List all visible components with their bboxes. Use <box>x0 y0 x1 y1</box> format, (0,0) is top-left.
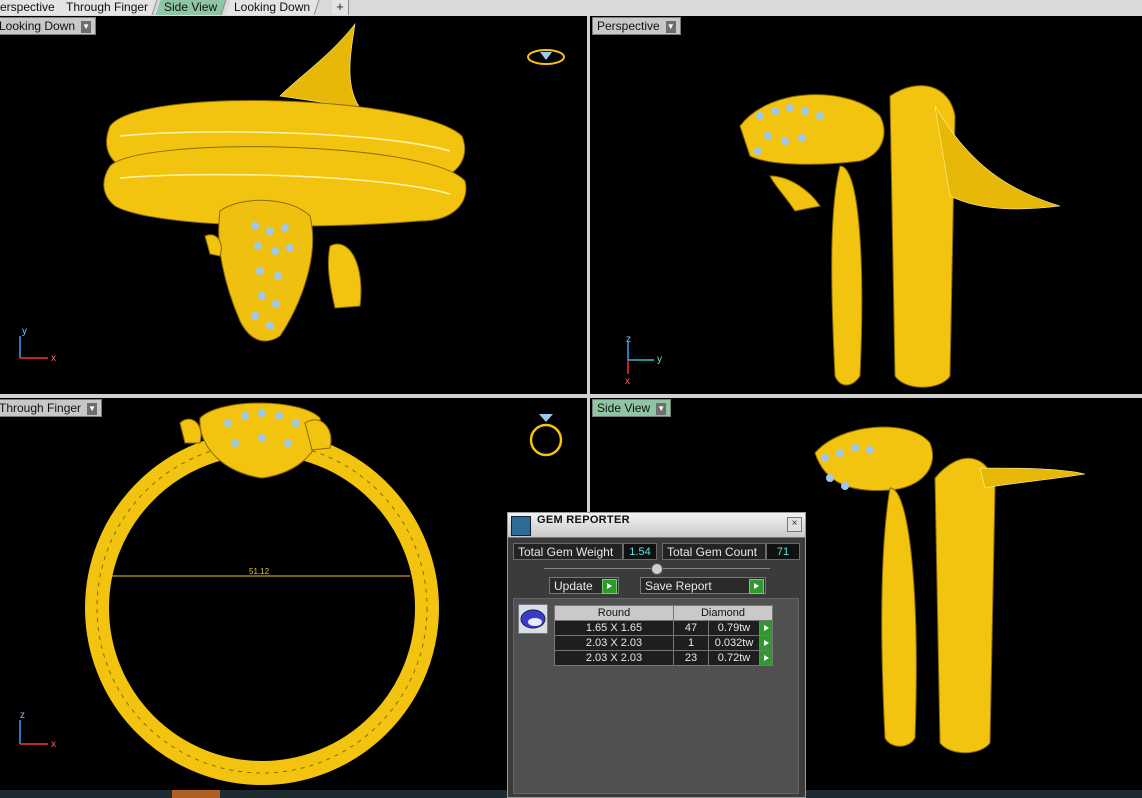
gem-reporter-logo-icon <box>511 516 531 536</box>
close-icon[interactable]: × <box>787 517 802 532</box>
gem-size: 2.03 X 2.03 <box>554 635 674 651</box>
row-action-icon[interactable] <box>759 650 773 666</box>
tab-looking-down[interactable]: Looking Down <box>225 0 320 15</box>
save-report-button[interactable]: Save Report <box>640 577 766 594</box>
tab-side-view[interactable]: Side View <box>155 0 227 15</box>
gem-count: 23 <box>673 650 709 666</box>
viewport-label-side-view[interactable]: Side View ▼ <box>592 399 672 417</box>
chevron-down-icon[interactable]: ▼ <box>81 20 92 33</box>
row-action-icon[interactable] <box>759 635 773 651</box>
add-tab-button[interactable]: + <box>332 0 349 15</box>
svg-text:x: x <box>51 353 56 362</box>
axis-gizmo-bottom-left: z x <box>19 710 56 748</box>
tab-perspective[interactable]: Perspective <box>0 0 65 15</box>
gem-list-area: Round Diamond 1.65 X 1.65 47 0.79tw 2.03… <box>513 598 799 794</box>
total-gem-weight-label: Total Gem Weight <box>513 543 623 560</box>
column-header-material: Diamond <box>673 605 773 621</box>
viewport-perspective[interactable]: Perspective ▼ z y x <box>590 16 1142 394</box>
ring-render-through-finger: 51.12 <box>85 402 563 785</box>
chevron-down-icon[interactable]: ▼ <box>665 20 676 33</box>
total-gem-count-label: Total Gem Count <box>662 543 766 560</box>
viewport-through-finger[interactable]: 51.12 Through Finger ▼ z x <box>0 398 587 790</box>
chevron-down-icon[interactable]: ▼ <box>656 402 667 415</box>
tab-through-finger[interactable]: Through Finger <box>57 0 158 15</box>
viewport-looking-down[interactable]: Looking Down ▼ y x <box>0 16 587 394</box>
column-header-shape: Round <box>554 605 674 621</box>
gem-size: 2.03 X 2.03 <box>554 650 674 666</box>
gem-reporter-title: GEM REPORTER <box>537 514 630 526</box>
gem-reporter-titlebar[interactable]: GEM REPORTER × <box>508 513 805 538</box>
svg-text:y: y <box>22 326 27 337</box>
play-arrow-icon <box>749 579 764 594</box>
total-gem-weight-value: 1.54 <box>623 543 657 560</box>
svg-text:z: z <box>20 710 25 721</box>
axis-gizmo-top-left: y x <box>19 326 56 362</box>
gem-count: 47 <box>673 620 709 636</box>
table-row[interactable]: 1.65 X 1.65 47 0.79tw <box>554 620 773 636</box>
table-row[interactable]: 2.03 X 2.03 23 0.72tw <box>554 650 773 666</box>
svg-text:x: x <box>51 739 56 748</box>
gem-weight: 0.72tw <box>708 650 760 666</box>
chevron-down-icon[interactable]: ▼ <box>87 402 98 415</box>
diameter-measurement: 51.12 <box>249 567 270 576</box>
table-row[interactable]: 2.03 X 2.03 1 0.032tw <box>554 635 773 651</box>
play-arrow-icon <box>602 579 617 594</box>
gem-table: Round Diamond 1.65 X 1.65 47 0.79tw 2.03… <box>554 605 773 666</box>
round-diamond-icon[interactable] <box>518 604 548 634</box>
collapse-toggle[interactable] <box>651 563 663 575</box>
gem-count: 1 <box>673 635 709 651</box>
view-tab-bar: Perspective Through Finger Side View Loo… <box>0 0 1142 17</box>
viewport-label-looking-down[interactable]: Looking Down ▼ <box>0 17 97 35</box>
svg-text:z: z <box>626 334 631 345</box>
viewport-splitter-horizontal[interactable] <box>0 394 1142 398</box>
gem-weight: 0.032tw <box>708 635 760 651</box>
gem-reporter-panel: GEM REPORTER × Total Gem Weight 1.54 Tot… <box>507 512 806 798</box>
gem-size: 1.65 X 1.65 <box>554 620 674 636</box>
gem-weight: 0.79tw <box>708 620 760 636</box>
svg-text:y: y <box>657 354 662 365</box>
total-gem-count-value: 71 <box>766 543 800 560</box>
viewport-label-perspective[interactable]: Perspective ▼ <box>592 17 681 35</box>
row-action-icon[interactable] <box>759 620 773 636</box>
viewport-label-through-finger[interactable]: Through Finger ▼ <box>0 399 103 417</box>
axis-gizmo-top-right: z y x <box>625 334 662 386</box>
svg-text:x: x <box>625 376 630 386</box>
update-button[interactable]: Update <box>549 577 619 594</box>
ring-render-top <box>103 22 565 342</box>
